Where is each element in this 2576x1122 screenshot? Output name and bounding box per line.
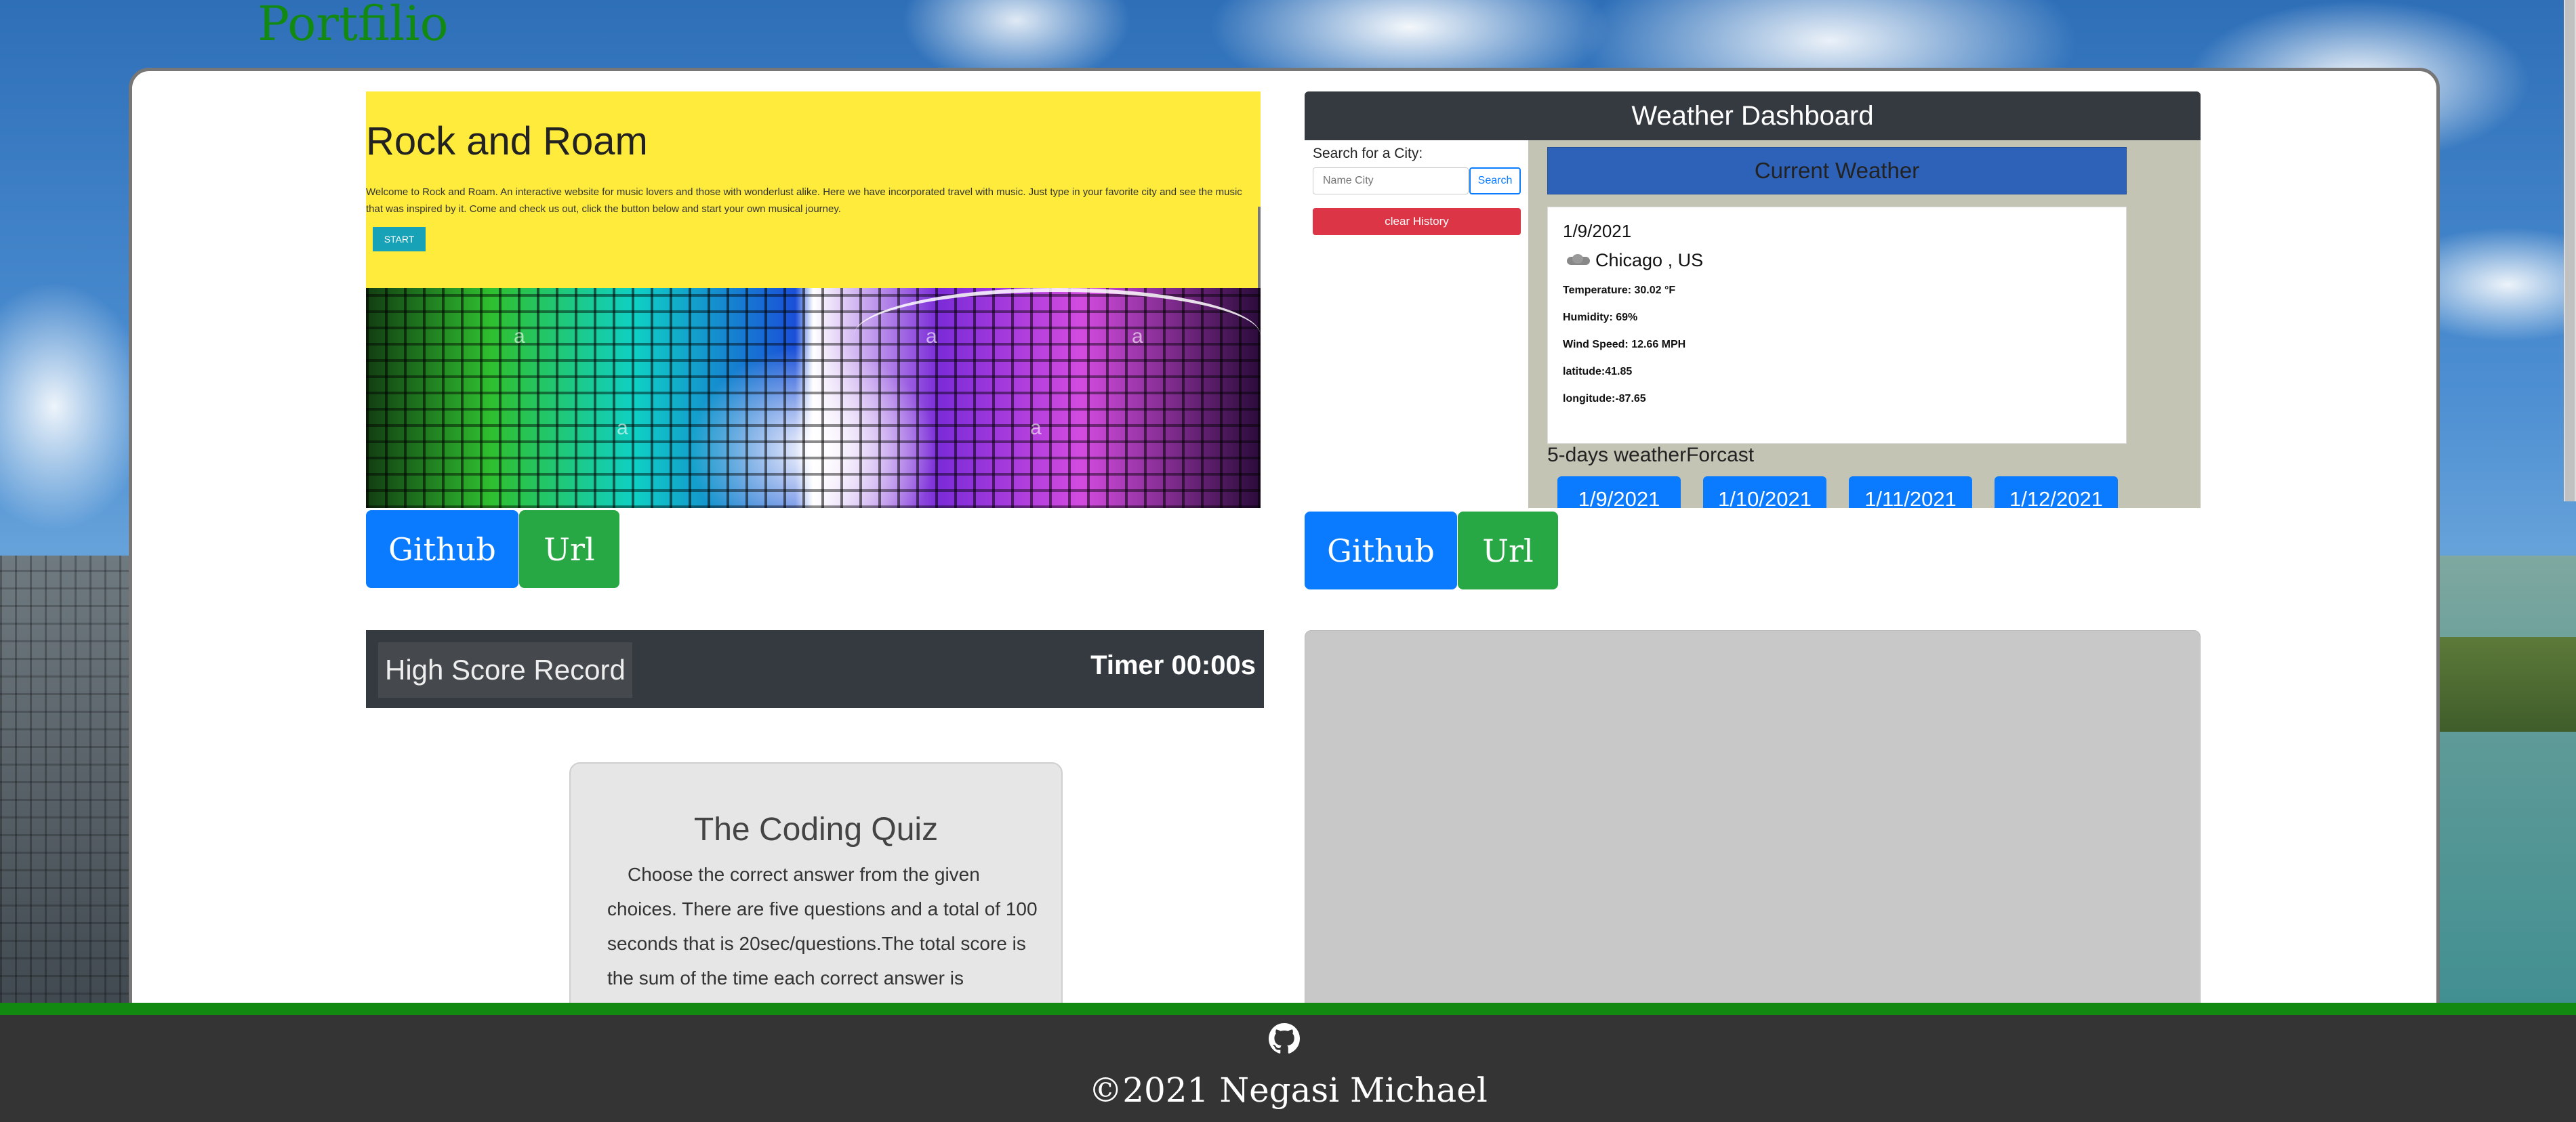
weather-search-sidebar: Search for a City: Search clear History xyxy=(1305,140,1528,508)
weather-dashboard-preview[interactable]: Weather Dashboard Search for a City: Sea… xyxy=(1305,91,2201,508)
footer: ©2021 Negasi Michael xyxy=(0,1015,2576,1122)
project-placeholder xyxy=(1305,630,2201,1013)
watermark-text: a xyxy=(926,325,937,348)
latitude: latitude:41.85 xyxy=(1563,366,1633,377)
portfolio-panel: Rock and Roam Welcome to Rock and Roam. … xyxy=(129,68,2440,1016)
city-search-input[interactable] xyxy=(1313,167,1469,194)
current-weather-box: 1/9/2021 Chicago , US Temperature: 30.02… xyxy=(1547,207,2127,444)
quiz-navbar: High Score Record Timer 00:00s xyxy=(366,630,1264,708)
watermark-text: a xyxy=(617,417,628,439)
page-scrollbar-thumb[interactable] xyxy=(2565,0,2575,501)
quiz-timer: Timer 00:00s xyxy=(1090,650,1256,680)
search-button[interactable]: Search xyxy=(1469,167,1521,194)
music-equalizer-image: a a a a a xyxy=(366,288,1261,508)
longitude: longitude:-87.65 xyxy=(1563,393,1646,404)
clear-history-button[interactable]: clear History xyxy=(1313,208,1521,235)
watermark-text: a xyxy=(514,325,525,348)
rock-and-roam-preview[interactable]: Rock and Roam Welcome to Rock and Roam. … xyxy=(366,91,1261,508)
coding-quiz-preview[interactable]: High Score Record Timer 00:00s The Codin… xyxy=(366,630,1264,1013)
music-wave xyxy=(854,288,1261,383)
page-title: Portfilio xyxy=(258,0,449,51)
weather-url-button[interactable]: Url xyxy=(1458,512,1558,589)
rock-and-roam-title: Rock and Roam xyxy=(366,119,648,163)
rock-and-roam-description: Welcome to Rock and Roam. An interactive… xyxy=(366,186,1242,215)
weather-github-button[interactable]: Github xyxy=(1305,512,1457,589)
quiz-intro-card: The Coding Quiz Choose the correct answe… xyxy=(569,762,1063,1013)
github-icon[interactable] xyxy=(1269,1023,1300,1054)
watermark-text: a xyxy=(1030,417,1042,439)
quiz-title: The Coding Quiz xyxy=(693,812,939,848)
rock-and-roam-github-button[interactable]: Github xyxy=(366,510,518,588)
forecast-title: 5-days weatherForcast xyxy=(1547,444,1755,466)
current-weather-heading: Current Weather xyxy=(1547,147,2127,194)
rock-and-roam-url-button[interactable]: Url xyxy=(519,510,619,588)
weather-dashboard-title: Weather Dashboard xyxy=(1305,91,2201,140)
search-label: Search for a City: xyxy=(1313,146,1423,161)
preview-scrollbar[interactable] xyxy=(1258,207,1261,288)
page-scrollbar[interactable] xyxy=(2564,0,2576,501)
weather-city: Chicago , US xyxy=(1595,250,1704,270)
forecast-card: 1/12/2021 xyxy=(1995,476,2118,508)
wind-speed: Wind Speed: 12.66 MPH xyxy=(1563,339,1686,350)
start-button[interactable]: START xyxy=(373,227,426,251)
weather-date: 1/9/2021 xyxy=(1563,221,1632,241)
forecast-card: 1/11/2021 xyxy=(1849,476,1972,508)
forecast-card: 1/10/2021 xyxy=(1703,476,1826,508)
forecast-card: 1/9/2021 xyxy=(1557,476,1681,508)
copyright-text: ©2021 Negasi Michael xyxy=(1088,1071,1488,1110)
high-score-link[interactable]: High Score Record xyxy=(378,642,632,698)
background-city-left xyxy=(0,556,132,1030)
humidity: Humidity: 69% xyxy=(1563,312,1638,323)
cloud-icon xyxy=(1563,253,1593,268)
footer-divider xyxy=(0,1003,2576,1015)
temperature: Temperature: 30.02 °F xyxy=(1563,285,1676,296)
rock-and-roam-hero: Rock and Roam Welcome to Rock and Roam. … xyxy=(366,91,1261,288)
watermark-text: a xyxy=(1132,325,1143,348)
weather-city-row: Chicago , US xyxy=(1563,250,2111,271)
quiz-description: Choose the correct answer from the given… xyxy=(607,864,1038,1013)
